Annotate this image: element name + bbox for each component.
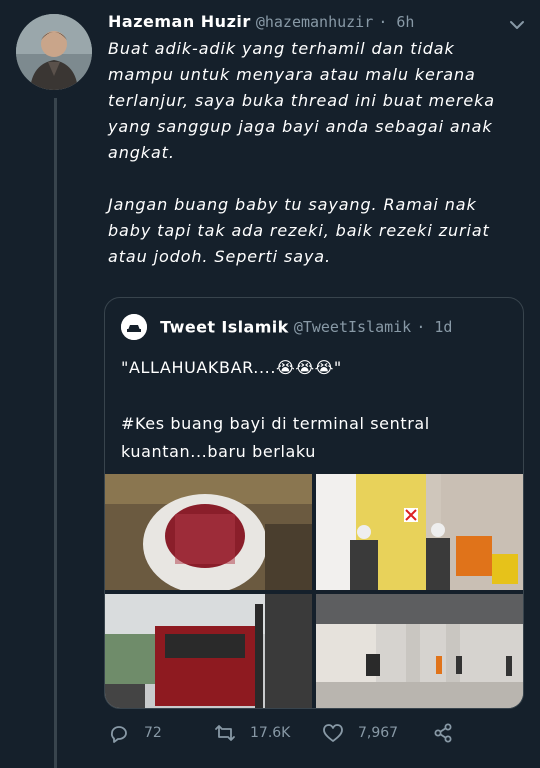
terminal-photo[interactable] [316, 594, 523, 708]
toilet-photo[interactable] [105, 474, 312, 590]
reply-count: 72 [144, 725, 162, 741]
reply-button[interactable]: 72 [108, 722, 162, 744]
media-grid [105, 474, 523, 708]
firefighters-photo[interactable] [316, 474, 523, 590]
reply-icon [110, 726, 127, 743]
chevron-down-icon[interactable] [506, 14, 528, 36]
quoted-author-name: Tweet Islamik [160, 317, 289, 337]
quoted-text: "ALLAHUAKBAR....😭😭😭" #Kes buang bayi di … [121, 358, 430, 461]
retweet-icon [215, 725, 235, 741]
quoted-avatar [121, 314, 147, 340]
share-icon [434, 723, 452, 743]
thread-line [54, 98, 57, 768]
like-count: 7,967 [358, 725, 399, 741]
author-handle[interactable]: @hazemanhuzir [256, 13, 373, 31]
like-button[interactable]: 7,967 [322, 722, 398, 744]
author-avatar[interactable] [16, 14, 92, 90]
quoted-header: Tweet Islamik @TweetIslamik · 1d [121, 314, 452, 340]
share-button[interactable] [432, 722, 468, 744]
tweet-header: Hazeman Huzir @hazemanhuzir · 6h [108, 12, 414, 31]
author-name[interactable]: Hazeman Huzir [108, 12, 251, 31]
action-bar: 72 17.6K 7,967 [108, 722, 518, 750]
retweet-button[interactable]: 17.6K [214, 722, 290, 744]
quoted-tweet[interactable]: Tweet Islamik @TweetIslamik · 1d "ALLAHU… [104, 297, 524, 709]
tweet-time[interactable]: · 6h [378, 13, 414, 31]
fire-truck-photo[interactable] [105, 594, 312, 708]
quoted-time: · 1d [416, 318, 453, 336]
tweet-text: Buat adik-adik yang terhamil dan tidak m… [108, 39, 495, 266]
heart-icon [323, 724, 343, 742]
quoted-author-handle: @TweetIslamik [293, 318, 412, 336]
retweet-count: 17.6K [250, 725, 291, 741]
